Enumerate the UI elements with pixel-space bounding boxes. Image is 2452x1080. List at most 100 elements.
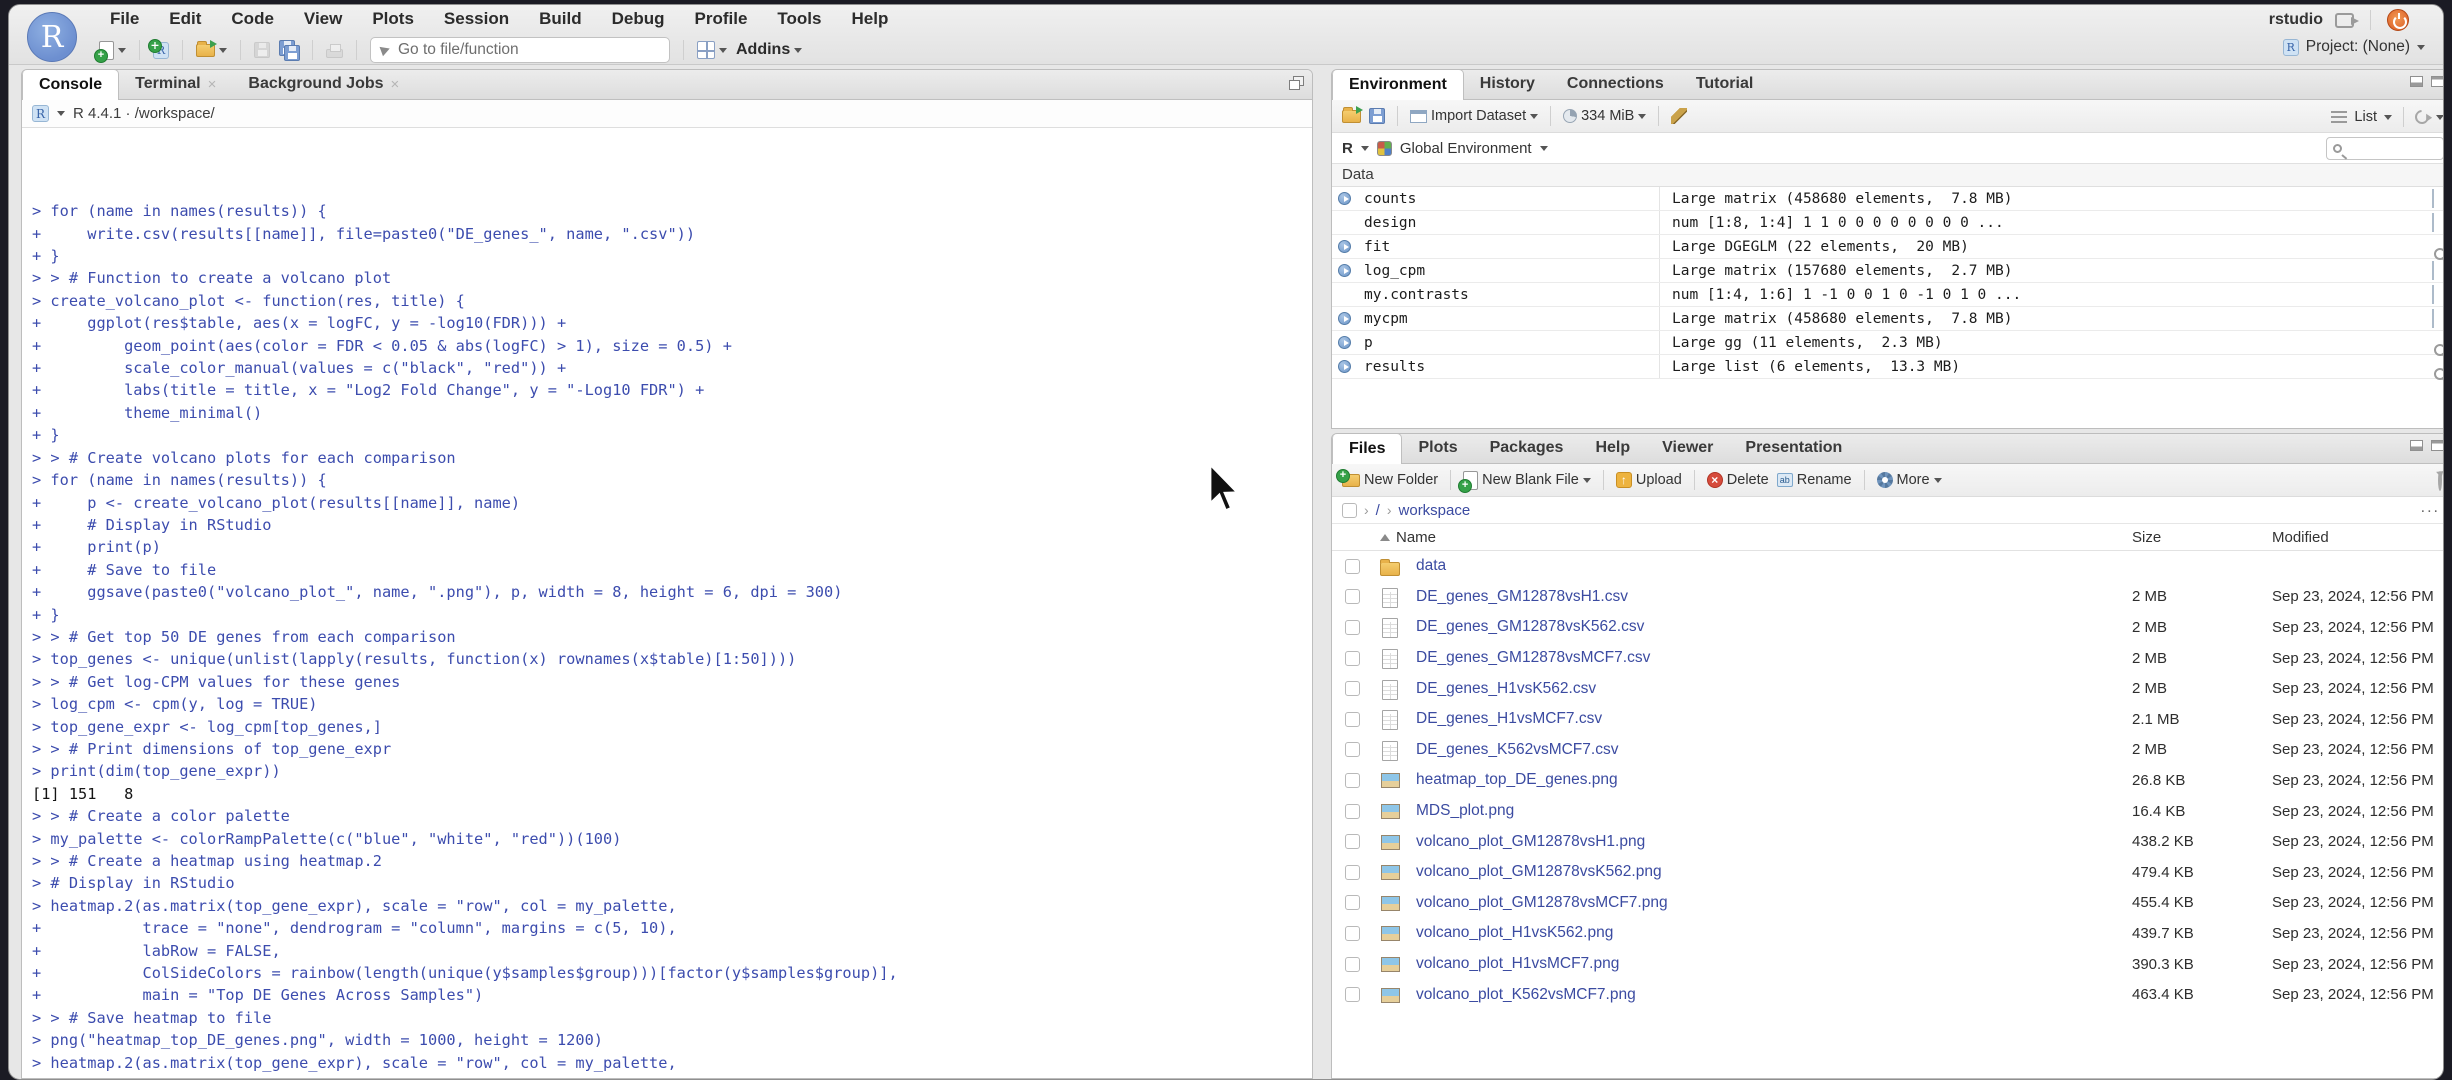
minimize-pane-icon[interactable] xyxy=(2410,76,2423,87)
environment-object-row[interactable]: fit Large DGEGLM (22 elements, 20 MB) xyxy=(1332,235,2443,259)
file-checkbox[interactable] xyxy=(1345,803,1360,819)
view-object-icon[interactable] xyxy=(2432,188,2434,208)
file-row[interactable]: volcano_plot_GM12878vsMCF7.png 455.4 KB … xyxy=(1332,888,2443,919)
file-row[interactable]: volcano_plot_H1vsMCF7.png 390.3 KB Sep 2… xyxy=(1332,949,2443,980)
console-tab[interactable]: Console × xyxy=(22,70,120,100)
sort-by-name-header[interactable]: Name xyxy=(1380,529,2132,546)
chevron-down-icon[interactable] xyxy=(1360,145,1369,151)
memory-usage-button[interactable]: 334 MiB xyxy=(1563,108,1647,124)
file-checkbox[interactable] xyxy=(1345,742,1360,758)
print-button[interactable] xyxy=(326,43,343,58)
environment-search-input[interactable] xyxy=(2347,141,2433,156)
file-name-link[interactable]: volcano_plot_H1vsMCF7.png xyxy=(1416,955,2132,973)
expand-object-icon[interactable] xyxy=(1338,312,1351,325)
environment-object-row[interactable]: log_cpm Large matrix (157680 elements, 2… xyxy=(1332,259,2443,283)
file-row[interactable]: volcano_plot_H1vsK562.png 439.7 KB Sep 2… xyxy=(1332,918,2443,949)
file-row[interactable]: DE_genes_H1vsMCF7.csv 2.1 MB Sep 23, 202… xyxy=(1332,704,2443,735)
menu-item[interactable]: Plots xyxy=(357,9,429,29)
files-tab[interactable]: Help xyxy=(1579,434,1646,463)
file-name-link[interactable]: DE_genes_K562vsMCF7.csv xyxy=(1416,741,2132,759)
refresh-icon[interactable] xyxy=(2412,107,2432,127)
file-checkbox[interactable] xyxy=(1345,864,1360,880)
file-row[interactable]: heatmap_top_DE_genes.png 26.8 KB Sep 23,… xyxy=(1332,765,2443,796)
load-workspace-icon[interactable] xyxy=(1342,105,1363,123)
pane-layout-button[interactable] xyxy=(697,41,727,59)
maximize-pane-icon[interactable] xyxy=(2431,440,2443,451)
expand-object-icon[interactable] xyxy=(1338,336,1351,349)
upload-button[interactable]: ↑ Upload xyxy=(1615,472,1682,488)
save-all-button[interactable] xyxy=(279,40,300,61)
new-folder-button[interactable]: New Folder xyxy=(1336,468,1438,488)
breadcrumb-more[interactable]: ... xyxy=(2421,499,2440,517)
files-tab[interactable]: Presentation xyxy=(1729,434,1858,463)
file-checkbox[interactable] xyxy=(1345,681,1360,697)
file-name-link[interactable]: DE_genes_GM12878vsMCF7.csv xyxy=(1416,649,2132,667)
menu-item[interactable]: Build xyxy=(524,9,597,29)
rename-button[interactable]: ab Rename xyxy=(1776,472,1852,488)
file-row[interactable]: DE_genes_GM12878vsK562.csv 2 MB Sep 23, … xyxy=(1332,612,2443,643)
menu-item[interactable]: Debug xyxy=(597,9,680,29)
import-dataset-button[interactable]: Import Dataset xyxy=(1410,108,1539,124)
file-checkbox[interactable] xyxy=(1345,558,1360,574)
file-name-link[interactable]: DE_genes_H1vsMCF7.csv xyxy=(1416,710,2132,728)
size-column-header[interactable]: Size xyxy=(2132,529,2272,546)
save-button[interactable] xyxy=(254,42,270,58)
environment-object-row[interactable]: counts Large matrix (458680 elements, 7.… xyxy=(1332,187,2443,211)
menu-item[interactable]: Session xyxy=(429,9,524,29)
view-object-icon[interactable] xyxy=(2432,260,2434,280)
view-mode-label[interactable]: List xyxy=(2354,109,2377,125)
file-name-link[interactable]: heatmap_top_DE_genes.png xyxy=(1416,771,2132,789)
menu-item[interactable]: Help xyxy=(836,9,903,29)
expand-object-icon[interactable] xyxy=(1338,264,1351,277)
menu-item[interactable]: File xyxy=(95,9,154,29)
file-row[interactable]: MDS_plot.png 16.4 KB Sep 23, 2024, 12:56… xyxy=(1332,796,2443,827)
maximize-pane-icon[interactable] xyxy=(1289,76,1304,90)
breadcrumb-folder[interactable]: workspace xyxy=(1399,502,1471,519)
file-checkbox[interactable] xyxy=(1345,619,1360,635)
file-checkbox[interactable] xyxy=(1345,956,1360,972)
modified-column-header[interactable]: Modified xyxy=(2272,529,2443,546)
menu-item[interactable]: Profile xyxy=(680,9,763,29)
goto-file-function-input[interactable] xyxy=(398,41,638,59)
view-object-icon[interactable] xyxy=(2432,308,2434,328)
view-object-icon[interactable] xyxy=(2432,284,2434,304)
environment-object-row[interactable]: results Large list (6 elements, 13.3 MB) xyxy=(1332,355,2443,379)
environment-search-box[interactable] xyxy=(2326,137,2443,160)
file-name-link[interactable]: volcano_plot_GM12878vsH1.png xyxy=(1416,833,2132,851)
select-all-checkbox[interactable] xyxy=(1342,502,1357,518)
environment-object-row[interactable]: p Large gg (11 elements, 2.3 MB) xyxy=(1332,331,2443,355)
r-language-icon[interactable]: R xyxy=(32,105,49,122)
menu-item[interactable]: Edit xyxy=(154,9,216,29)
addins-button[interactable]: Addins xyxy=(736,41,803,59)
chevron-down-icon[interactable] xyxy=(1539,145,1548,151)
file-checkbox[interactable] xyxy=(1345,711,1360,727)
new-file-button[interactable] xyxy=(94,40,126,63)
menu-item[interactable]: Code xyxy=(216,9,289,29)
expand-object-icon[interactable] xyxy=(1338,360,1351,373)
chevron-down-icon[interactable] xyxy=(2436,114,2443,120)
new-blank-file-button[interactable]: New Blank File xyxy=(1458,470,1591,493)
files-tab[interactable]: Plots xyxy=(1402,434,1473,463)
environment-tab[interactable]: History xyxy=(1464,70,1551,99)
goto-file-function-box[interactable] xyxy=(370,37,670,63)
breadcrumb-root[interactable]: / xyxy=(1376,502,1380,519)
file-checkbox[interactable] xyxy=(1345,834,1360,850)
expand-object-icon[interactable] xyxy=(1338,240,1351,253)
more-button[interactable]: More xyxy=(1876,472,1942,488)
expand-object-icon[interactable] xyxy=(1338,192,1351,205)
chevron-down-icon[interactable] xyxy=(2384,114,2392,120)
file-row[interactable]: volcano_plot_GM12878vsH1.png 438.2 KB Se… xyxy=(1332,826,2443,857)
file-row[interactable]: DE_genes_K562vsMCF7.csv 2 MB Sep 23, 202… xyxy=(1332,735,2443,766)
clear-environment-icon[interactable] xyxy=(1671,108,1688,124)
file-name-link[interactable]: DE_genes_H1vsK562.csv xyxy=(1416,680,2132,698)
files-tab[interactable]: Packages xyxy=(1474,434,1580,463)
files-tab[interactable]: Viewer xyxy=(1646,434,1729,463)
file-checkbox[interactable] xyxy=(1345,772,1360,788)
file-name-link[interactable]: volcano_plot_K562vsMCF7.png xyxy=(1416,986,2132,1004)
minimize-pane-icon[interactable] xyxy=(2410,440,2423,451)
environment-object-row[interactable]: my.contrasts num [1:4, 1:6] 1 -1 0 0 1 0… xyxy=(1332,283,2443,307)
view-object-icon[interactable] xyxy=(2432,212,2434,232)
file-checkbox[interactable] xyxy=(1345,925,1360,941)
file-row[interactable]: volcano_plot_K562vsMCF7.png 463.4 KB Sep… xyxy=(1332,979,2443,1010)
menu-item[interactable]: View xyxy=(289,9,357,29)
